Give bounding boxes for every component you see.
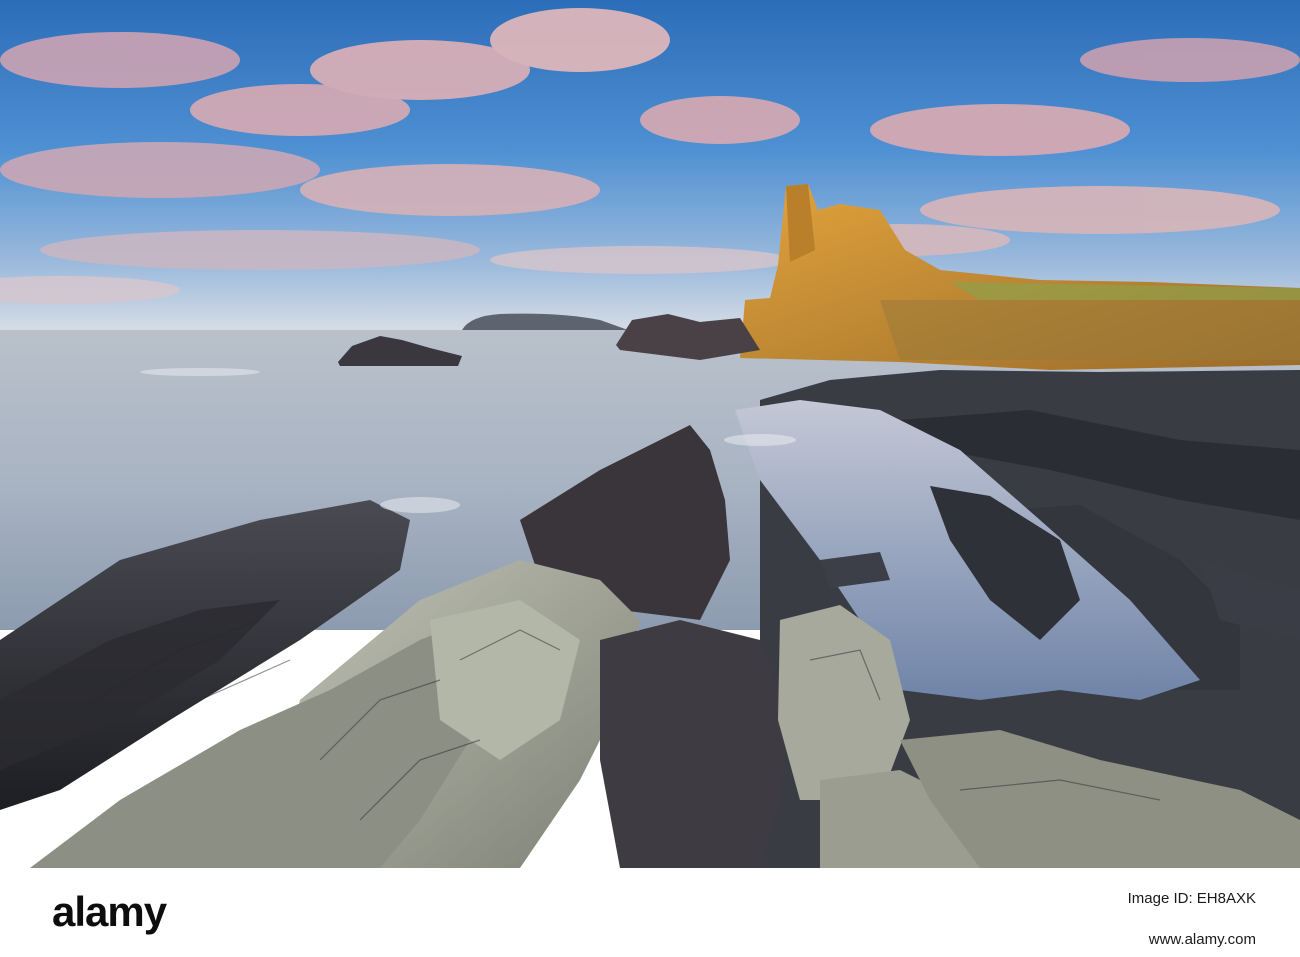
footer-bar [0, 868, 1300, 957]
image-id-text: Image ID: EH8AXK [1127, 890, 1256, 907]
coastal-landscape-photo [0, 0, 1300, 868]
image-id-label: Image ID: EH8AXK [1128, 890, 1256, 908]
website-link[interactable]: www.alamy.com [1149, 931, 1256, 948]
alamy-logo: alamy [52, 888, 167, 935]
